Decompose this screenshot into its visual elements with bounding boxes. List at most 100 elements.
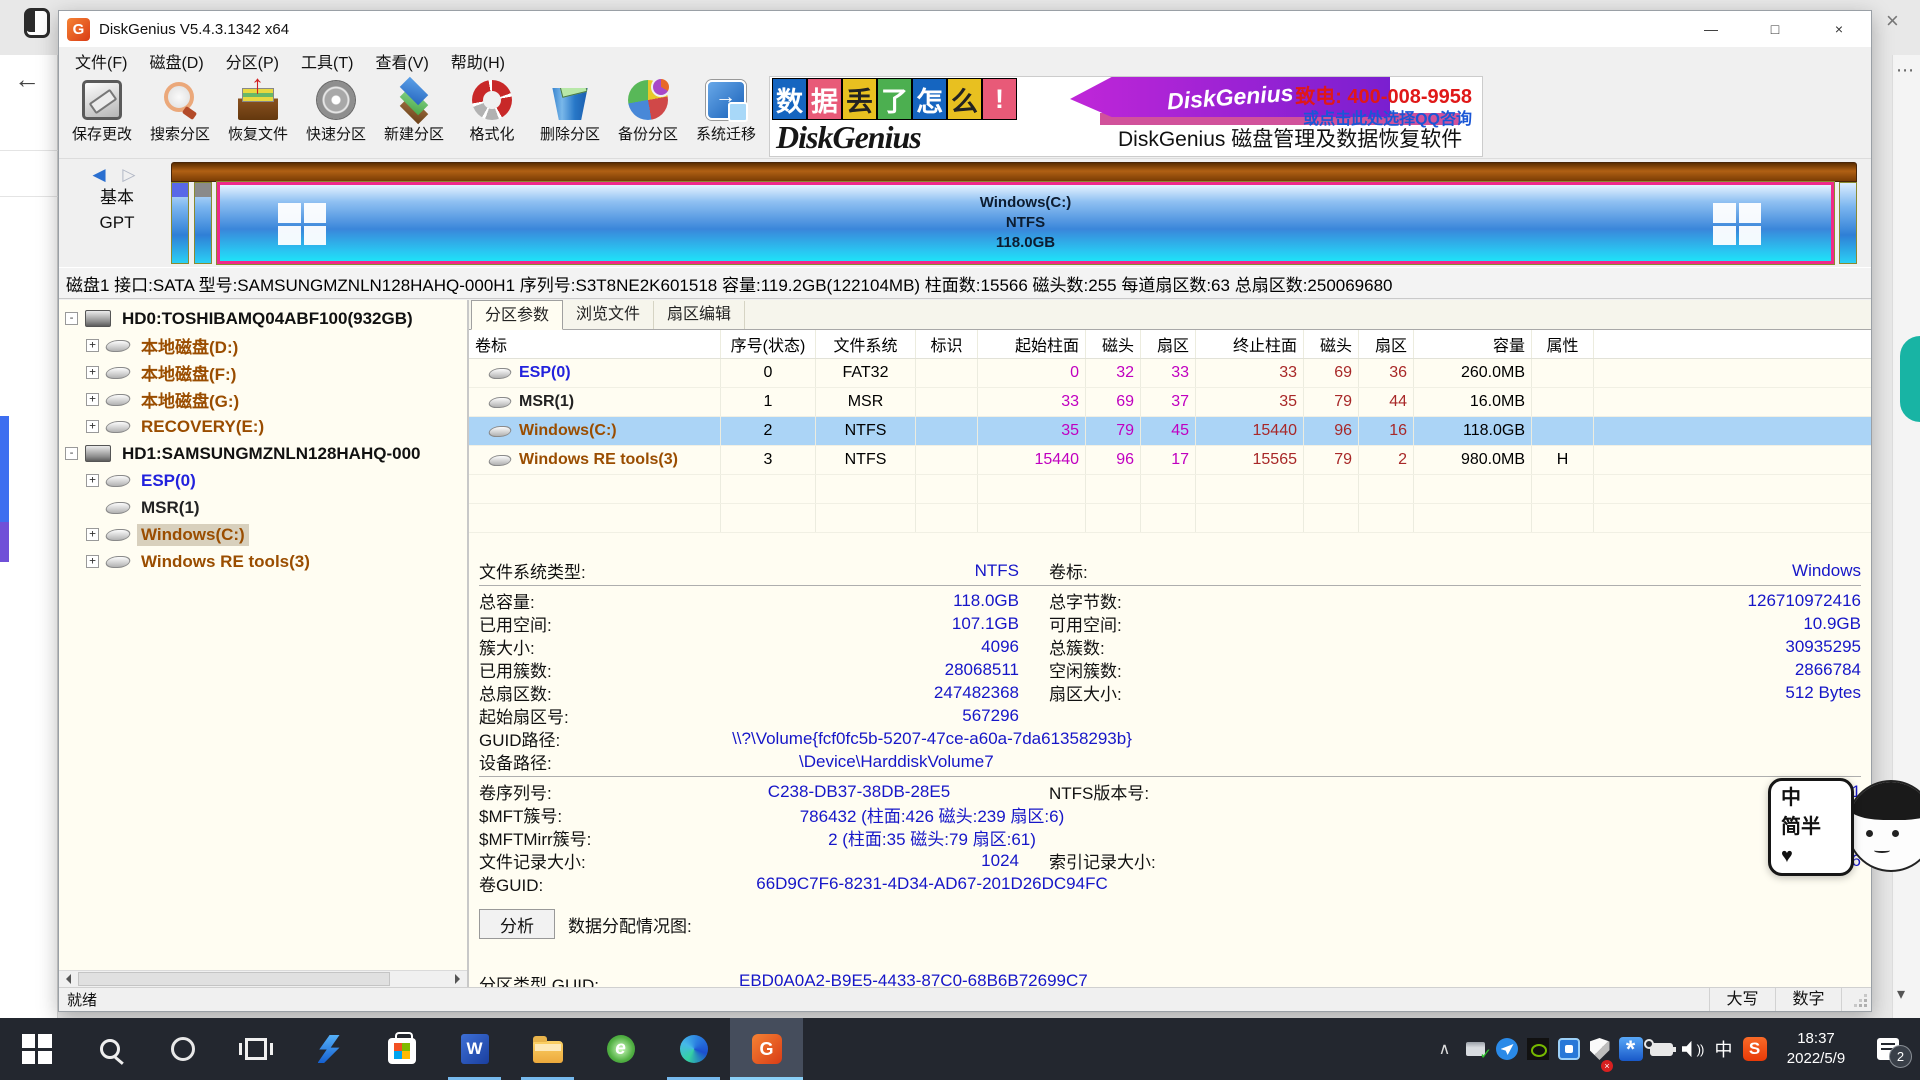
taskbar-diskgenius[interactable]: G — [730, 1018, 803, 1080]
toolbar-button[interactable]: 备份分区 — [609, 78, 687, 144]
tray-sogou[interactable]: S — [1739, 1018, 1770, 1080]
tab[interactable]: 分区参数 — [471, 300, 563, 330]
tray-battery[interactable] — [1646, 1018, 1677, 1080]
promo-banner[interactable]: 数 据 丢 了 怎 么 ! DiskGenius D — [769, 76, 1483, 157]
tree-item[interactable]: + 本地磁盘(F:) — [59, 359, 467, 386]
col-header[interactable]: 标识 — [916, 330, 978, 358]
task-view-button[interactable] — [219, 1018, 292, 1080]
tree-item[interactable]: - HD1:SAMSUNGMZNLN128HAHQ-000 — [59, 440, 467, 467]
toolbar-button[interactable]: 搜索分区 — [141, 78, 219, 144]
back-arrow-icon[interactable]: ← — [14, 64, 40, 95]
tree-item[interactable]: + Windows(C:) — [59, 521, 467, 548]
table-row[interactable]: Windows(C:) 2 NTFS 35 79 45 15440 96 16 … — [469, 417, 1871, 446]
tree-horizontal-scrollbar[interactable] — [59, 970, 467, 987]
tree-item[interactable]: + 本地磁盘(G:) — [59, 386, 467, 413]
taskbar-cortana[interactable] — [146, 1018, 219, 1080]
col-header[interactable]: 磁头 — [1304, 330, 1359, 358]
taskbar-word[interactable]: W — [438, 1018, 511, 1080]
tree-expander[interactable]: + — [86, 393, 99, 406]
col-header[interactable]: 终止柱面 — [1196, 330, 1304, 358]
tray-volume[interactable]: )) — [1677, 1018, 1708, 1080]
col-header[interactable]: 扇区 — [1359, 330, 1414, 358]
scrollbar-thumb[interactable] — [78, 972, 390, 986]
toolbar-button[interactable]: 快速分区 — [297, 78, 375, 144]
menu-item[interactable]: 查看(V) — [364, 49, 439, 73]
tray-intel[interactable] — [1553, 1018, 1584, 1080]
tree-expander[interactable]: + — [86, 339, 99, 352]
action-center-button[interactable]: 2 — [1862, 1018, 1914, 1080]
toolbar-button[interactable]: 删除分区 — [531, 78, 609, 144]
tree-expander[interactable]: + — [86, 555, 99, 568]
col-header[interactable]: 文件系统 — [816, 330, 916, 358]
ime-language-indicator[interactable]: 中 — [1708, 1018, 1739, 1080]
prev-disk-icon[interactable]: ◀ — [93, 165, 112, 184]
partition-segment-esp[interactable] — [171, 182, 189, 264]
scroll-down-icon[interactable]: ▾ — [1897, 984, 1905, 1004]
tree-item[interactable]: - HD0:TOSHIBAMQ04ABF100(932GB) — [59, 305, 467, 332]
tree-expander[interactable]: - — [65, 312, 78, 325]
ime-mode-chinese[interactable]: 中 — [1781, 784, 1841, 813]
tree-expander[interactable]: - — [65, 447, 78, 460]
ime-mode-simplified[interactable]: 简半 — [1781, 813, 1841, 842]
toolbar-button[interactable]: 格式化 — [453, 78, 531, 144]
tree-expander[interactable]: + — [86, 528, 99, 541]
table-row[interactable]: ESP(0) 0 FAT32 0 32 33 33 69 36 260.0MB — [469, 359, 1871, 388]
col-header[interactable]: 扇区 — [1141, 330, 1196, 358]
tree-expander[interactable] — [86, 501, 99, 514]
tray-nvidia[interactable] — [1522, 1018, 1553, 1080]
more-options-icon[interactable]: ⋯ — [1896, 60, 1914, 81]
tree-item[interactable]: + RECOVERY(E:) — [59, 413, 467, 440]
menu-item[interactable]: 磁盘(D) — [138, 49, 214, 73]
menu-item[interactable]: 工具(T) — [290, 49, 364, 73]
partition-segment-re-tools[interactable] — [1839, 182, 1857, 264]
resize-grip[interactable] — [1841, 988, 1871, 1011]
tree-item[interactable]: + ESP(0) — [59, 467, 467, 494]
background-close-icon[interactable]: × — [1886, 8, 1899, 34]
col-header[interactable]: 卷标 — [469, 330, 721, 358]
tree-expander[interactable]: + — [86, 420, 99, 433]
taskbar-flash-app[interactable] — [292, 1018, 365, 1080]
close-button[interactable]: × — [1807, 11, 1871, 47]
col-header[interactable]: 序号(状态) — [721, 330, 816, 358]
tray-tim[interactable] — [1491, 1018, 1522, 1080]
tray-defender[interactable]: × — [1584, 1018, 1615, 1080]
maximize-button[interactable]: □ — [1743, 11, 1807, 47]
toolbar-button[interactable]: 恢复文件 — [219, 78, 297, 144]
next-disk-icon[interactable]: ▷ — [122, 165, 141, 184]
table-row[interactable]: Windows RE tools(3) 3 NTFS 15440 96 17 1… — [469, 446, 1871, 475]
toolbar-button[interactable]: 保存更改 — [63, 78, 141, 144]
menu-item[interactable]: 帮助(H) — [440, 49, 516, 73]
tree-item[interactable]: + 本地磁盘(D:) — [59, 332, 467, 359]
partition-segment-msr[interactable] — [194, 182, 212, 264]
ime-floating-widget[interactable]: 中 简半 ♥ — [1768, 778, 1854, 876]
taskbar-file-explorer[interactable] — [511, 1018, 584, 1080]
menu-item[interactable]: 文件(F) — [64, 49, 138, 73]
scroll-left-icon[interactable] — [59, 974, 76, 984]
col-header[interactable]: 起始柱面 — [978, 330, 1086, 358]
tree-expander[interactable]: + — [86, 366, 99, 379]
toolbar-button[interactable]: 新建分区 — [375, 78, 453, 144]
tab[interactable]: 扇区编辑 — [654, 301, 745, 329]
taskbar-browser-360[interactable]: e — [584, 1018, 657, 1080]
tab[interactable]: 浏览文件 — [563, 301, 654, 329]
start-button[interactable] — [0, 1018, 73, 1080]
tree-item[interactable]: + Windows RE tools(3) — [59, 548, 467, 575]
analyze-button[interactable]: 分析 — [479, 909, 555, 939]
scrollbar-track[interactable] — [76, 971, 450, 987]
tree-expander[interactable]: + — [86, 474, 99, 487]
toolbar-button[interactable]: 系统迁移 — [687, 78, 765, 144]
tray-printer[interactable] — [1460, 1018, 1491, 1080]
col-header[interactable]: 属性 — [1532, 330, 1594, 358]
taskbar-search[interactable] — [73, 1018, 146, 1080]
col-header[interactable]: 容量 — [1414, 330, 1532, 358]
tray-expand-icon[interactable]: ∧ — [1429, 1018, 1460, 1080]
table-row[interactable]: MSR(1) 1 MSR 33 69 37 35 79 44 16.0MB — [469, 388, 1871, 417]
heart-icon[interactable]: ♥ — [1781, 842, 1841, 871]
partition-segment-windows-c[interactable]: Windows(C:) NTFS 118.0GB — [217, 182, 1834, 264]
col-header[interactable]: 磁头 — [1086, 330, 1141, 358]
taskbar-clock[interactable]: 18:37 2022/5/9 — [1770, 1029, 1862, 1069]
tree-item[interactable]: MSR(1) — [59, 494, 467, 521]
minimize-button[interactable]: — — [1679, 11, 1743, 47]
taskbar-edge[interactable] — [657, 1018, 730, 1080]
tray-freeze-tool[interactable]: * — [1615, 1018, 1646, 1080]
